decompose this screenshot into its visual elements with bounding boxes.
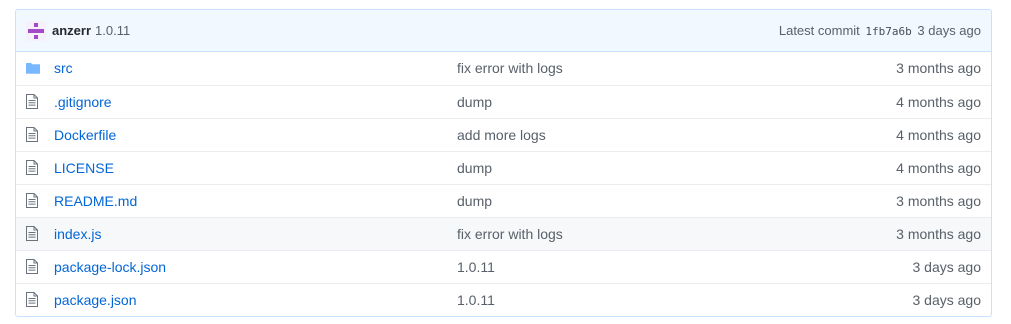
- file-commit-message-link[interactable]: 1.0.11: [457, 292, 495, 308]
- commit-age: 3 days ago: [917, 23, 981, 38]
- file-age: 4 months ago: [896, 93, 981, 110]
- commit-sha-link[interactable]: 1fb7a6b: [865, 25, 911, 38]
- file-row-icon-cell: [16, 118, 54, 151]
- file-row: README.md dump 3 months ago: [16, 184, 991, 217]
- file-commit-message-link[interactable]: dump: [457, 193, 492, 209]
- avatar[interactable]: [26, 20, 46, 41]
- file-row: Dockerfile add more logs 4 months ago: [16, 118, 991, 151]
- file-icon: [26, 160, 38, 175]
- file-commit-message-link[interactable]: dump: [457, 160, 492, 176]
- latest-commit-bar: anzerr 1.0.11 Latest commit 1fb7a6b 3 da…: [16, 10, 991, 52]
- file-row-icon-cell: [16, 85, 54, 118]
- latest-commit-label: Latest commit: [778, 23, 860, 38]
- file-name-link[interactable]: README.md: [54, 193, 137, 209]
- file-name-link[interactable]: LICENSE: [54, 160, 114, 176]
- file-row-icon-cell: [16, 250, 54, 283]
- file-age: 3 months ago: [896, 225, 981, 242]
- file-row-icon-cell: [16, 184, 54, 217]
- commit-author-link[interactable]: anzerr: [52, 23, 91, 38]
- file-row-icon-cell: [16, 283, 54, 316]
- file-name-link[interactable]: index.js: [54, 226, 101, 242]
- file-name-link[interactable]: .gitignore: [54, 94, 112, 110]
- folder-icon: [26, 63, 40, 74]
- file-age: 4 months ago: [896, 126, 981, 143]
- file-age: 4 months ago: [896, 159, 981, 176]
- file-row: package-lock.json 1.0.11 3 days ago: [16, 250, 991, 283]
- file-age: 3 months ago: [896, 192, 981, 209]
- file-navigation: anzerr 1.0.11 Latest commit 1fb7a6b 3 da…: [15, 9, 992, 317]
- file-commit-message-link[interactable]: fix error with logs: [457, 60, 563, 76]
- file-name-link[interactable]: package-lock.json: [54, 259, 166, 275]
- file-commit-message-link[interactable]: 1.0.11: [457, 259, 495, 275]
- file-row: .gitignore dump 4 months ago: [16, 85, 991, 118]
- file-table: src fix error with logs 3 months ago .gi…: [16, 52, 991, 316]
- file-age: 3 days ago: [912, 258, 982, 275]
- file-age: 3 days ago: [912, 291, 982, 308]
- file-icon: [26, 292, 38, 308]
- file-commit-message-link[interactable]: add more logs: [457, 127, 546, 143]
- file-name-link[interactable]: package.json: [54, 292, 137, 308]
- file-row: LICENSE dump 4 months ago: [16, 151, 991, 184]
- file-row: index.js fix error with logs 3 months ag…: [16, 217, 991, 250]
- file-icon: [26, 259, 38, 274]
- file-icon: [26, 193, 38, 208]
- file-name-link[interactable]: src: [54, 60, 73, 76]
- file-icon: [26, 94, 38, 109]
- commit-message[interactable]: 1.0.11: [95, 23, 130, 38]
- file-icon: [26, 127, 38, 142]
- file-age: 3 months ago: [896, 60, 981, 77]
- commit-meta: Latest commit 1fb7a6b 3 days ago: [779, 23, 981, 38]
- file-row: package.json 1.0.11 3 days ago: [16, 283, 991, 316]
- file-name-link[interactable]: Dockerfile: [54, 127, 116, 143]
- file-row-icon-cell: [16, 217, 54, 250]
- file-icon: [26, 226, 38, 241]
- file-row-icon-cell: [16, 151, 54, 184]
- file-row-icon-cell: [16, 52, 54, 85]
- file-row: src fix error with logs 3 months ago: [16, 52, 991, 85]
- file-commit-message-link[interactable]: fix error with logs: [457, 226, 563, 242]
- file-commit-message-link[interactable]: dump: [457, 94, 492, 110]
